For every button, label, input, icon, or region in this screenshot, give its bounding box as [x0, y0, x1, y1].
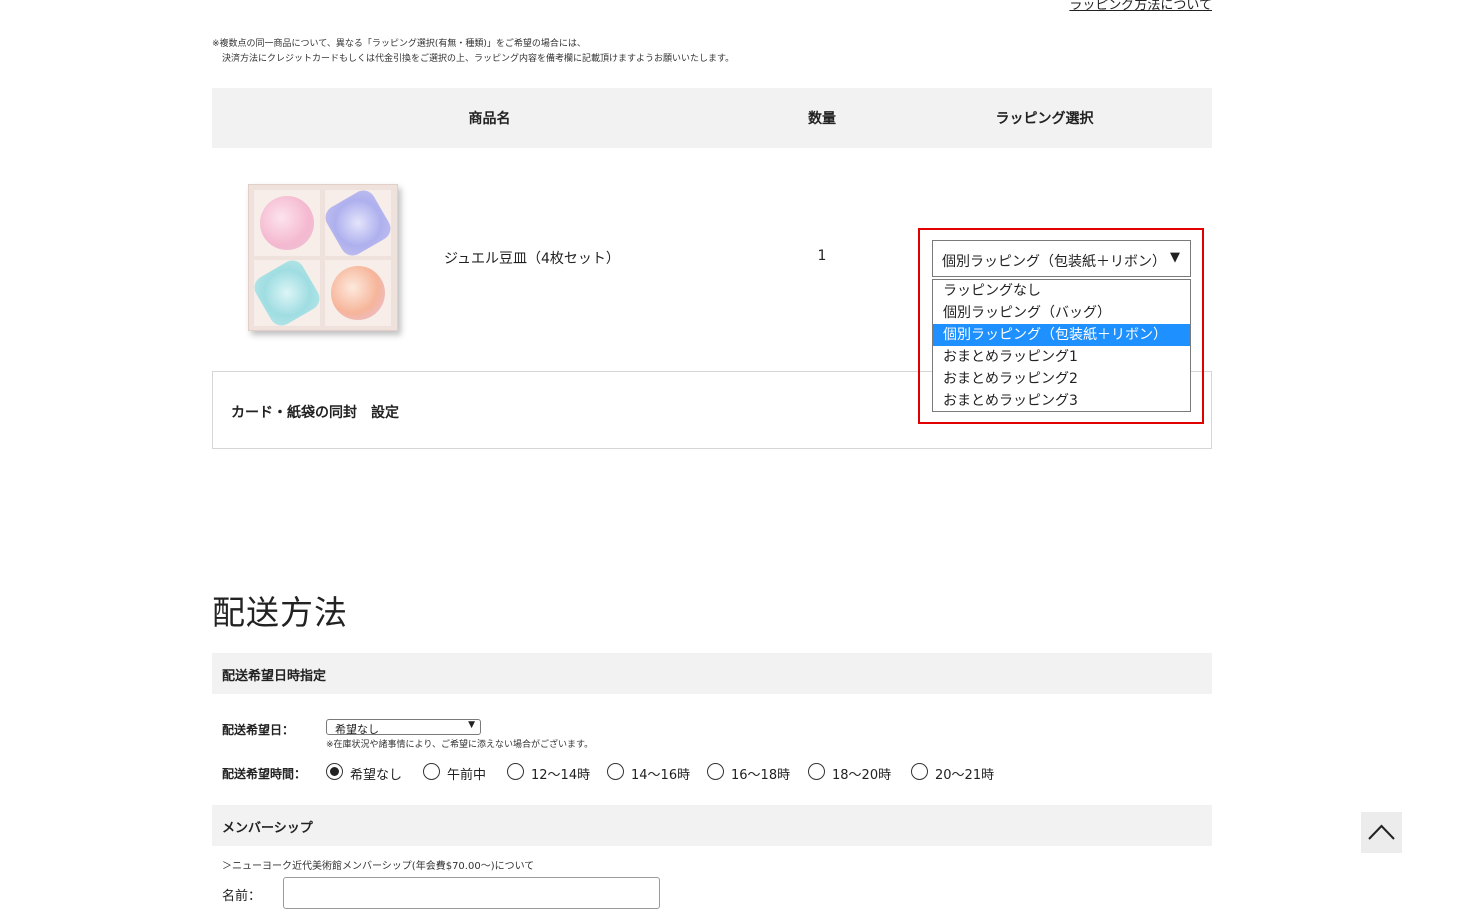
- orange-plate: [331, 266, 385, 320]
- name-input[interactable]: [283, 877, 660, 909]
- delivery-time-label: 配送希望時間：: [222, 767, 307, 781]
- header-wrapping: ラッピング選択: [995, 111, 1094, 127]
- time-radio-label: 12～14時: [531, 768, 591, 783]
- pink-plate: [260, 196, 314, 250]
- shipping-section-title: 配送方法: [212, 593, 348, 632]
- wrapping-dropdown-list: ラッピングなし 個別ラッピング（バッグ） 個別ラッピング（包装紙＋リボン） おま…: [932, 279, 1191, 412]
- delivery-date-select[interactable]: 希望なし ▼: [326, 719, 481, 736]
- plate-cell: [254, 190, 320, 256]
- chevron-up-icon: [1368, 824, 1395, 840]
- wrapping-method-link[interactable]: ラッピング方法について: [1069, 0, 1212, 13]
- radio-circle[interactable]: [326, 763, 343, 780]
- plate-set-image[interactable]: [248, 184, 398, 331]
- wrapping-option-bundle-1[interactable]: おまとめラッピング1: [933, 346, 1190, 368]
- radio-circle[interactable]: [507, 763, 524, 780]
- product-quantity: 1: [817, 248, 827, 264]
- chevron-down-icon: ▼: [468, 720, 475, 730]
- wrapping-note: ※複数点の同一商品について、異なる「ラッピング選択(有無・種類)」をご希望の場合…: [212, 37, 734, 67]
- membership-label: メンバーシップ: [222, 821, 313, 836]
- delivery-date-label: 配送希望日：: [222, 723, 295, 737]
- wrapping-option-none[interactable]: ラッピングなし: [933, 280, 1190, 302]
- product-name[interactable]: ジュエル豆皿（4枚セット）: [444, 248, 620, 268]
- delivery-datetime-bar: 配送希望日時指定: [212, 653, 1212, 694]
- radio-circle[interactable]: [911, 763, 928, 780]
- scroll-top-button[interactable]: [1361, 812, 1402, 853]
- header-product-name: 商品名: [468, 111, 511, 127]
- header-quantity: 数量: [808, 111, 836, 127]
- wrapping-option-bag[interactable]: 個別ラッピング（バッグ）: [933, 302, 1190, 324]
- wrapping-note-line2: 決済方法にクレジットカードもしくは代金引換をご選択の上、ラッピング内容を備考欄に…: [222, 54, 735, 64]
- time-radio-label: 20～21時: [935, 768, 995, 783]
- wrapping-select-value: 個別ラッピング（包装紙＋リボン）: [942, 254, 1166, 270]
- delivery-date-value: 希望なし: [335, 723, 379, 736]
- blue-plate: [250, 256, 324, 330]
- delivery-datetime-label: 配送希望日時指定: [222, 669, 327, 684]
- time-radio-label: 18～20時: [832, 768, 892, 783]
- membership-info-link[interactable]: ＞ニューヨーク近代美術館メンバーシップ(年会費$70.00～)について: [222, 857, 534, 872]
- chevron-down-icon: ▼: [1170, 250, 1180, 265]
- wrapping-note-line1: ※複数点の同一商品について、異なる「ラッピング選択(有無・種類)」をご希望の場合…: [212, 39, 586, 49]
- time-radio-label: 14～16時: [631, 768, 691, 783]
- checkout-page: ラッピング方法について ※複数点の同一商品について、異なる「ラッピング選択(有無…: [0, 0, 1460, 913]
- wrapping-option-bundle-2[interactable]: おまとめラッピング2: [933, 368, 1190, 390]
- name-label: 名前：: [222, 889, 262, 904]
- radio-circle[interactable]: [808, 763, 825, 780]
- plate-cell: [321, 186, 395, 260]
- delivery-date-note: ※在庫状況や諸事情により、ご希望に添えない場合がございます。: [326, 740, 594, 750]
- time-radio-label: 希望なし: [350, 768, 403, 783]
- purple-plate: [321, 186, 395, 260]
- time-radio-label: 午前中: [447, 768, 487, 783]
- plate-cell: [250, 256, 324, 330]
- radio-circle[interactable]: [707, 763, 724, 780]
- time-radio-label: 16～18時: [731, 768, 791, 783]
- wrapping-option-bundle-3[interactable]: おまとめラッピング3: [933, 390, 1190, 412]
- wrapping-select[interactable]: 個別ラッピング（包装紙＋リボン） ▼: [932, 240, 1191, 277]
- membership-bar: メンバーシップ: [212, 805, 1212, 846]
- plate-cell: [325, 260, 391, 326]
- radio-circle[interactable]: [607, 763, 624, 780]
- wrapping-option-paper-ribbon[interactable]: 個別ラッピング（包装紙＋リボン）: [933, 324, 1190, 346]
- card-bag-settings-title: カード・紙袋の同封 設定: [231, 405, 399, 421]
- product-table-header: 商品名 数量 ラッピング選択: [212, 88, 1212, 148]
- radio-circle[interactable]: [423, 763, 440, 780]
